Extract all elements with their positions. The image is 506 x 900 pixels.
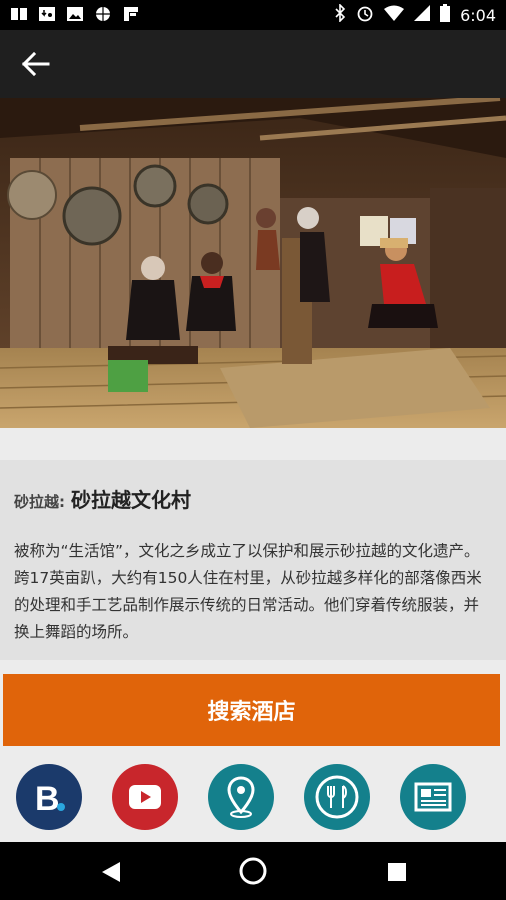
alarm-icon: [356, 4, 374, 26]
booking-button[interactable]: B: [16, 764, 82, 830]
map-pin-icon: [227, 776, 255, 818]
bluetooth-icon: [334, 3, 346, 26]
app-bar: [0, 30, 506, 98]
flipboard-icon: [122, 6, 140, 22]
news-button[interactable]: [400, 764, 466, 830]
map-download-icon: [38, 6, 56, 22]
attraction-name: 砂拉越文化村: [71, 488, 191, 512]
system-status: 6:04: [334, 3, 496, 26]
image-icon: [66, 6, 84, 22]
wifi-icon: [384, 5, 405, 25]
clock-time: 6:04: [460, 5, 496, 25]
attraction-info: 砂拉越: 砂拉越文化村 被称为“生活馆”，文化之乡成立了以保护和展示砂拉越的文化…: [0, 460, 506, 660]
status-bar: 6:04: [0, 0, 506, 30]
notification-icons: [10, 6, 140, 22]
globe-icon: [94, 6, 112, 22]
battery-icon: [440, 4, 451, 26]
back-button[interactable]: [20, 50, 52, 78]
youtube-icon: [129, 785, 161, 809]
svg-text:B: B: [35, 780, 60, 818]
home-circle-icon[interactable]: [239, 857, 267, 885]
region-label: 砂拉越:: [14, 493, 65, 511]
youtube-button[interactable]: [112, 764, 178, 830]
map-button[interactable]: [208, 764, 274, 830]
signal-icon: [414, 5, 431, 25]
restaurant-button[interactable]: [304, 764, 370, 830]
search-hotels-button[interactable]: 搜索酒店: [3, 674, 500, 746]
spacer: [0, 428, 506, 460]
arrow-left-icon: [21, 51, 50, 77]
recents-square-icon[interactable]: [387, 862, 407, 882]
attraction-description: 被称为“生活馆”，文化之乡成立了以保护和展示砂拉越的文化遗产。跨17英亩趴，大约…: [14, 542, 482, 641]
system-nav-bar: [0, 842, 506, 900]
attraction-title: 砂拉越: 砂拉越文化村: [14, 484, 191, 513]
booking-icon: B: [35, 780, 65, 818]
news-icon: [414, 782, 452, 812]
restaurant-icon: [315, 775, 359, 819]
back-triangle-icon[interactable]: [100, 860, 122, 884]
attraction-photo: [0, 95, 506, 428]
book-icon: [10, 6, 28, 22]
action-icon-row: B: [0, 764, 506, 834]
